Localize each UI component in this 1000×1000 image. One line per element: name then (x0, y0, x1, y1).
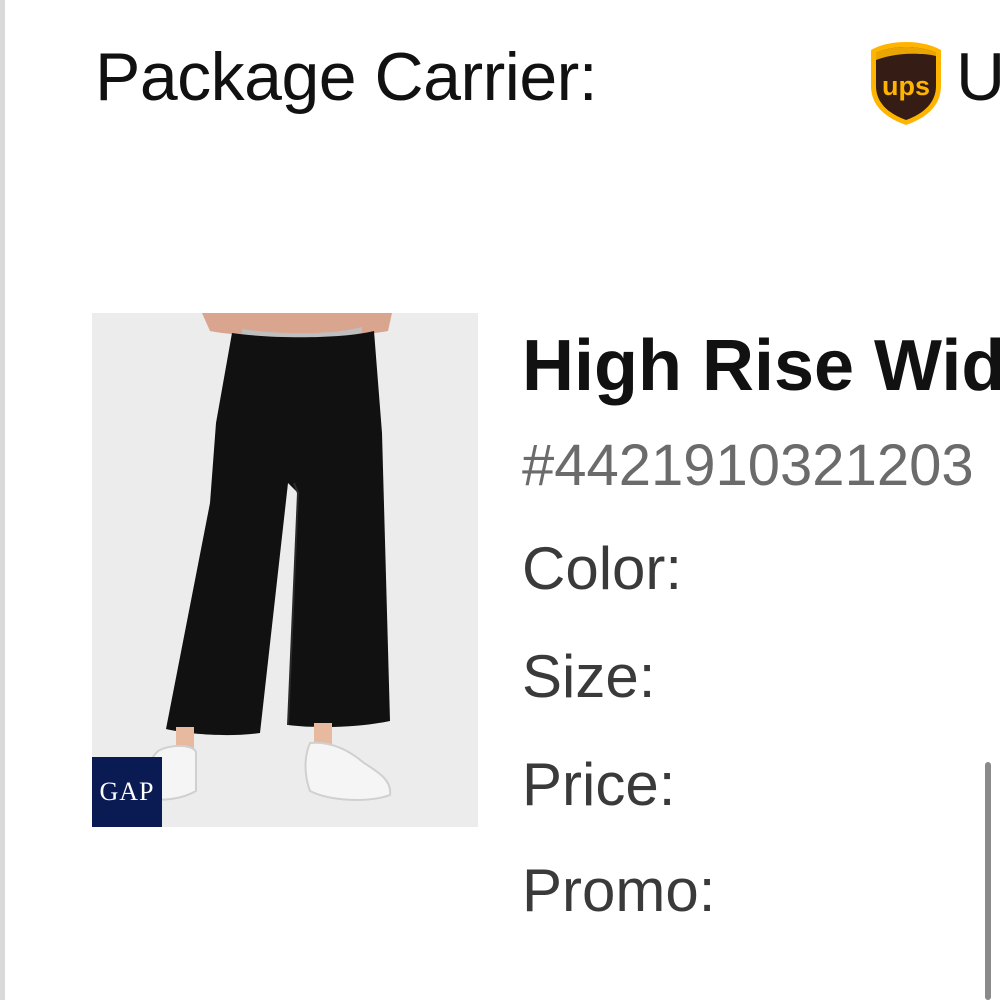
product-sku: #4421910321203 (522, 433, 974, 498)
color-label: Color: (522, 535, 683, 602)
gap-brand-badge: GAP (92, 757, 162, 827)
black-wide-leg-pants-image (92, 313, 478, 827)
ups-shield-icon: ups (871, 42, 941, 125)
package-carrier-label: Package Carrier: (95, 39, 598, 115)
carrier-name: U (956, 39, 1000, 115)
product-title[interactable]: High Rise Wid (522, 325, 1000, 407)
scrollbar[interactable] (985, 762, 991, 1000)
price-label: Price: (522, 751, 676, 818)
order-details-page: Package Carrier: ups U GAP High Rise Wid… (0, 0, 1000, 1000)
ups-logo-text: ups (882, 71, 930, 101)
promo-label: Promo: (522, 857, 716, 924)
size-label: Size: (522, 643, 656, 710)
left-border (0, 0, 5, 1000)
product-image[interactable]: GAP (92, 313, 478, 827)
